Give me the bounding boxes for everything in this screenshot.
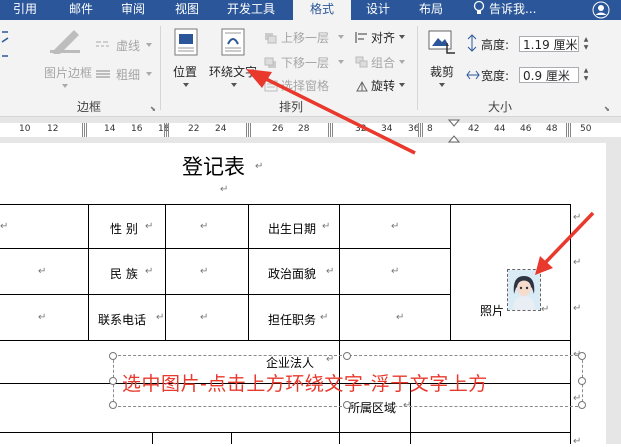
annotation-arrows — [246, 69, 595, 275]
arrow-to-photo — [542, 211, 595, 266]
arrow-to-wrap-text — [261, 75, 416, 155]
